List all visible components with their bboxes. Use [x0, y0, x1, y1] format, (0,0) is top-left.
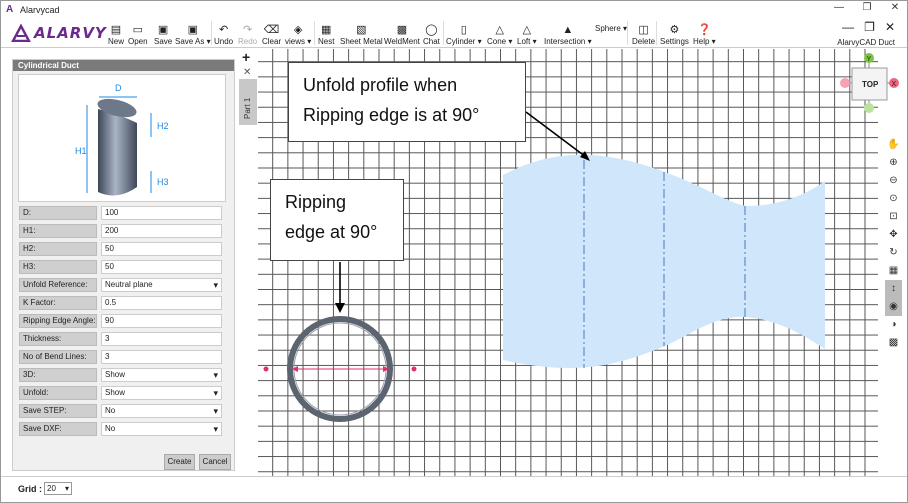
grid-size-select[interactable]: 20	[44, 482, 72, 495]
layers-icon[interactable]: ▩	[885, 334, 902, 352]
grid-icon[interactable]: ▦	[885, 262, 902, 280]
unfold-callout-line2: Ripping edge is at 90°	[303, 105, 480, 125]
ripping-marker-right	[411, 366, 417, 372]
zoom-fit-icon[interactable]: ⊙	[885, 190, 902, 208]
ripping-callout-line1: Ripping	[285, 192, 347, 212]
ripping-edge-callout: Ripping edge at 90°	[270, 179, 404, 261]
unfold-callout-line1: Unfold profile when	[303, 75, 458, 95]
y-axis-label: Y	[867, 56, 872, 63]
x-axis-handle-left[interactable]	[840, 78, 850, 88]
status-bar: Grid : 20	[1, 476, 907, 502]
ripping-callout-line2: edge at 90°	[285, 222, 378, 242]
unfold-profile-callout: Unfold profile when Ripping edge is at 9…	[288, 62, 526, 142]
view-cube-face-label: TOP	[862, 80, 879, 89]
contrast-icon[interactable]: ◑	[885, 316, 902, 334]
grid-label: Grid :	[18, 484, 42, 494]
unfold-callout-arrow	[525, 111, 587, 158]
dimension-icon[interactable]: ↕	[885, 280, 902, 298]
rotate-icon[interactable]: ↻	[885, 244, 902, 262]
y-axis-handle-bottom[interactable]	[864, 103, 874, 113]
zoom-window-icon[interactable]: ⊡	[885, 208, 902, 226]
ripping-marker-left	[263, 366, 269, 372]
zoom-out-icon[interactable]: ⊖	[885, 172, 902, 190]
view-toolbar: ✋ ⊕ ⊖ ⊙ ⊡ ✥ ↻ ▦ ↕ ◉ ◑ ▩	[885, 136, 902, 354]
x-axis-label: X	[892, 81, 897, 88]
ripping-callout-arrowhead	[335, 303, 345, 313]
eye-icon[interactable]: ◉	[885, 298, 902, 316]
zoom-in-icon[interactable]: ⊕	[885, 154, 902, 172]
move-icon[interactable]: ✥	[885, 226, 902, 244]
hand-pan-icon[interactable]: ✋	[885, 136, 902, 154]
